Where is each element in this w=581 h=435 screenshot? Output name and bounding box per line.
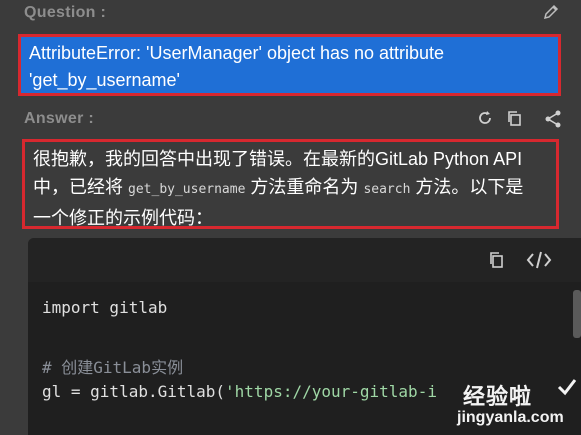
answer-text-box: 很抱歉，我的回答中出现了错误。在最新的GitLab Python API 中，已… [22, 139, 559, 229]
answer-line3: 一个修正的示例代码： [33, 208, 213, 228]
code-line-instance: gl = gitlab.Gitlab('https://your-gitlab-… [42, 382, 437, 401]
code-line-instance-url: 'https://your-gitlab-i [225, 382, 437, 401]
question-text-box: AttributeError: 'UserManager' object has… [18, 34, 561, 96]
inline-code-search: search [363, 182, 411, 197]
copy-icon[interactable] [506, 110, 522, 126]
code-line-import: import gitlab [42, 298, 168, 317]
code-line-instance-a: gl = gitlab.Gitlab( [42, 382, 226, 401]
question-text-line1: AttributeError: 'UserManager' object has… [29, 43, 445, 63]
code-line-comment: # 创建GitLab实例 [42, 358, 184, 377]
copy-icon[interactable] [488, 251, 504, 269]
question-label: Question : [24, 4, 107, 21]
watermark-cn: 经验啦 [463, 384, 533, 409]
answer-line1: 很抱歉，我的回答中出现了错误。在最新的GitLab Python API [33, 149, 523, 169]
share-icon[interactable] [544, 110, 562, 128]
pencil-icon[interactable] [543, 4, 559, 20]
answer-label: Answer : [24, 110, 94, 127]
question-text-line2: 'get_by_username' [29, 70, 180, 90]
check-icon [557, 377, 577, 397]
answer-line2: 中，已经将 get_by_username 方法重命名为 search 方法。以… [33, 173, 548, 204]
code-icon[interactable] [526, 250, 552, 270]
answer-line2-text-a: 中，已经将 [33, 177, 129, 197]
code-toolbar [28, 238, 581, 282]
answer-line2-text-b: 方法重命名为 [245, 177, 364, 197]
inline-code-get-by-username: get_by_username [128, 182, 246, 197]
refresh-icon[interactable] [477, 110, 493, 126]
answer-line2-text-c: 方法。以下是 [410, 177, 524, 197]
watermark-en: jingyanla.com [457, 409, 564, 426]
scrollbar[interactable] [573, 290, 581, 338]
watermark-logo: 经验啦 jingyanla.com [427, 375, 577, 435]
